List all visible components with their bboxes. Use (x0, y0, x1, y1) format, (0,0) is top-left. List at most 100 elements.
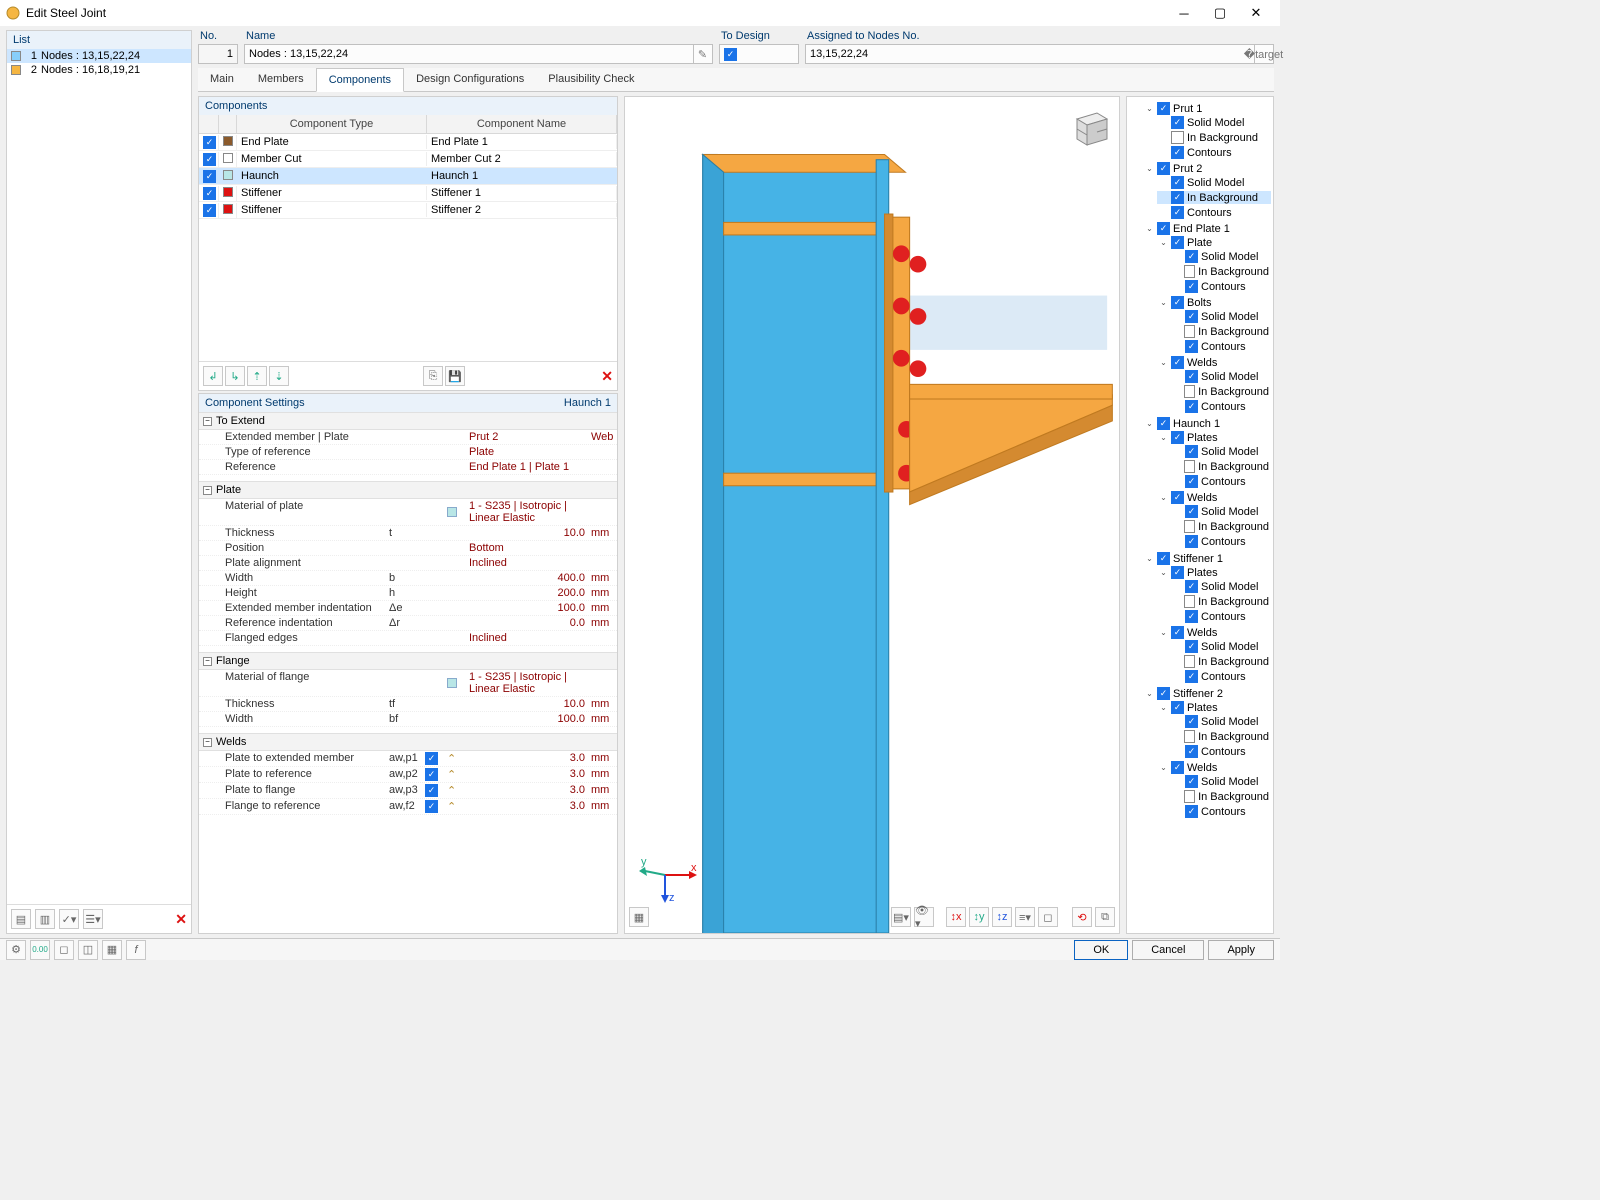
tree-checkbox[interactable]: ✓ (1185, 400, 1198, 413)
tree-node[interactable]: ✓Contours (1171, 805, 1271, 818)
settings-row[interactable]: ReferenceEnd Plate 1 | Plate 1 (199, 460, 617, 475)
name-edit-icon[interactable]: ✎ (693, 45, 711, 63)
tree-checkbox[interactable]: ✓ (1185, 250, 1198, 263)
tree-node[interactable]: ✓Contours (1171, 400, 1271, 413)
tab-main[interactable]: Main (198, 68, 246, 91)
tree-checkbox[interactable]: ✓ (1171, 191, 1184, 204)
tree-checkbox[interactable]: ✓ (1185, 505, 1198, 518)
add-comp-button[interactable]: ↲ (203, 366, 223, 386)
component-row[interactable]: ✓ Member Cut Member Cut 2 (199, 151, 617, 168)
settings-group-welds[interactable]: −Welds (199, 733, 617, 751)
move-down-button[interactable]: ⇣ (269, 366, 289, 386)
tab-members[interactable]: Members (246, 68, 316, 91)
tree-checkbox[interactable]: ✓ (1185, 745, 1198, 758)
tree-checkbox[interactable]: ✓ (1157, 687, 1170, 700)
tree-checkbox[interactable]: ✓ (1185, 580, 1198, 593)
tree-node[interactable]: In Background (1171, 325, 1271, 338)
tree-node[interactable]: In Background (1171, 520, 1271, 533)
tree-checkbox[interactable]: ✓ (1185, 610, 1198, 623)
vp-yaxis-button[interactable]: ↕y (969, 907, 989, 927)
tree-checkbox[interactable]: ✓ (1185, 670, 1198, 683)
settings-row[interactable]: Thicknesstf10.0mm (199, 697, 617, 712)
tree-checkbox[interactable]: ✓ (1171, 296, 1184, 309)
save-comp-button[interactable]: 💾 (445, 366, 465, 386)
tree-node[interactable]: In Background (1171, 385, 1271, 398)
decimals-button[interactable]: 0.00 (30, 940, 50, 960)
tree-node[interactable]: ✓Solid Model (1171, 445, 1271, 458)
name-input[interactable]: Nodes : 13,15,22,24 ✎ (244, 44, 713, 64)
tree-node[interactable]: ✓Solid Model (1157, 176, 1271, 189)
close-button[interactable]: ✕ (1238, 2, 1274, 24)
navigation-cube[interactable] (1067, 105, 1111, 149)
copy-comp-button[interactable]: ⎘ (423, 366, 443, 386)
tree-node[interactable]: ✓Contours (1157, 146, 1271, 159)
tree-checkbox[interactable]: ✓ (1171, 761, 1184, 774)
tree-checkbox[interactable]: ✓ (1185, 715, 1198, 728)
tree-node[interactable]: ⌄✓Plates (1157, 431, 1271, 444)
assigned-pick-icon[interactable]: �target (1254, 45, 1272, 63)
tree-node[interactable]: In Background (1171, 595, 1271, 608)
minimize-button[interactable]: ─ (1166, 2, 1202, 24)
tree-checkbox[interactable] (1184, 790, 1195, 803)
delete-comp-button[interactable]: ✕ (601, 368, 613, 385)
bb-tool3[interactable]: ▦ (102, 940, 122, 960)
bb-tool1[interactable]: ◻ (54, 940, 74, 960)
vp-box-button[interactable]: ◻ (1038, 907, 1058, 927)
tree-checkbox[interactable] (1171, 131, 1184, 144)
component-row[interactable]: ✓ Stiffener Stiffener 1 (199, 185, 617, 202)
settings-row[interactable]: Reference indentationΔr0.0mm (199, 616, 617, 631)
tree-checkbox[interactable] (1184, 730, 1195, 743)
vp-render-button[interactable]: ▤▾ (891, 907, 911, 927)
tree-node[interactable]: ⌄✓Prut 1 (1143, 102, 1271, 115)
settings-group-to-extend[interactable]: −To Extend (199, 412, 617, 430)
settings-row[interactable]: Flanged edgesInclined (199, 631, 617, 646)
tree-node[interactable]: In Background (1171, 265, 1271, 278)
list-item[interactable]: 2Nodes : 16,18,19,21 (7, 63, 191, 77)
tree-node[interactable]: ⌄✓Welds (1157, 491, 1271, 504)
cancel-button[interactable]: Cancel (1132, 940, 1204, 960)
tree-node[interactable]: ✓Solid Model (1171, 310, 1271, 323)
tree-node[interactable]: ⌄✓End Plate 1 (1143, 222, 1271, 235)
tree-node[interactable]: ✓In Background (1157, 191, 1271, 204)
tree-node[interactable]: In Background (1171, 790, 1271, 803)
tree-node[interactable]: In Background (1171, 460, 1271, 473)
tree-checkbox[interactable]: ✓ (1185, 775, 1198, 788)
viewport-3d[interactable]: x y z ▦ ▤▾ 👁▾ ↕x ↕y ↕z ≡▾ ◻ (624, 96, 1120, 934)
tree-node[interactable]: ✓Contours (1171, 535, 1271, 548)
settings-row[interactable]: Widthbf100.0mm (199, 712, 617, 727)
insert-comp-button[interactable]: ↳ (225, 366, 245, 386)
tree-checkbox[interactable]: ✓ (1185, 475, 1198, 488)
settings-row[interactable]: Plate alignmentInclined (199, 556, 617, 571)
tree-node[interactable]: ⌄✓Welds (1157, 626, 1271, 639)
settings-group-flange[interactable]: −Flange (199, 652, 617, 670)
tree-node[interactable]: ✓Solid Model (1171, 250, 1271, 263)
tree-node[interactable]: ⌄✓Welds (1157, 356, 1271, 369)
tree-node[interactable]: ✓Solid Model (1157, 116, 1271, 129)
tree-checkbox[interactable] (1184, 655, 1195, 668)
tree-checkbox[interactable]: ✓ (1185, 310, 1198, 323)
vp-detach-button[interactable]: ⧉ (1095, 907, 1115, 927)
tree-checkbox[interactable]: ✓ (1171, 146, 1184, 159)
tree-checkbox[interactable]: ✓ (1171, 206, 1184, 219)
tree-node[interactable]: ⌄✓Plates (1157, 566, 1271, 579)
no-input[interactable]: 1 (198, 44, 238, 64)
settings-group-plate[interactable]: −Plate (199, 481, 617, 499)
units-button[interactable]: ⚙ (6, 940, 26, 960)
bb-tool4[interactable]: f (126, 940, 146, 960)
tree-checkbox[interactable]: ✓ (1171, 236, 1184, 249)
vp-reset-button[interactable]: ⟲ (1072, 907, 1092, 927)
tab-design-configurations[interactable]: Design Configurations (404, 68, 536, 91)
tree-checkbox[interactable]: ✓ (1171, 116, 1184, 129)
tree-checkbox[interactable]: ✓ (1171, 356, 1184, 369)
tree-checkbox[interactable]: ✓ (1171, 176, 1184, 189)
tree-checkbox[interactable]: ✓ (1185, 340, 1198, 353)
tree-node[interactable]: ⌄✓Welds (1157, 761, 1271, 774)
settings-row[interactable]: Thicknesst10.0mm (199, 526, 617, 541)
tree-checkbox[interactable] (1184, 325, 1195, 338)
settings-row[interactable]: Plate to flangeaw,p3✓⌃3.0mm (199, 783, 617, 799)
tree-checkbox[interactable]: ✓ (1185, 535, 1198, 548)
todesign-checkbox[interactable]: ✓ (719, 44, 799, 64)
tree-checkbox[interactable]: ✓ (1185, 805, 1198, 818)
tree-node[interactable]: In Background (1157, 131, 1271, 144)
tree-node[interactable]: ⌄✓Haunch 1 (1143, 417, 1271, 430)
